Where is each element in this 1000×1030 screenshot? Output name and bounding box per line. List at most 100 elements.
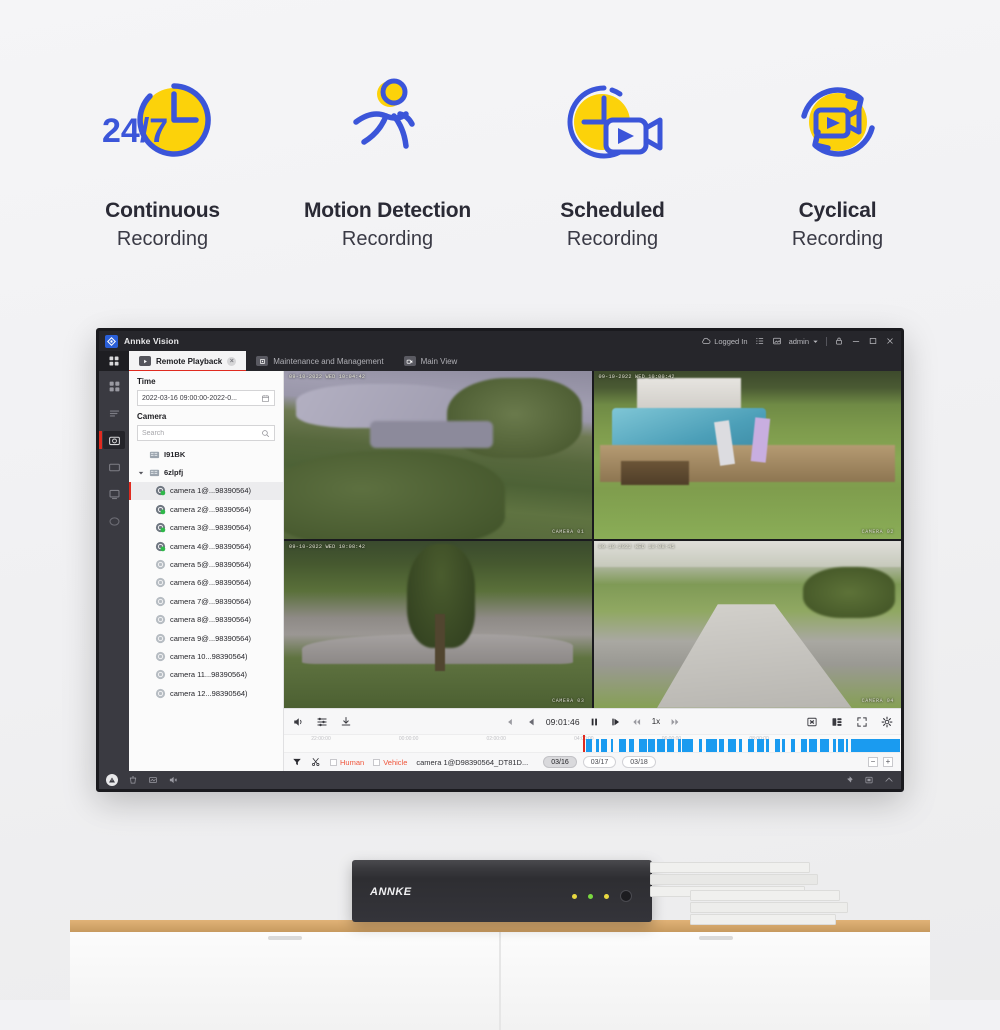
pause-icon[interactable] xyxy=(589,716,601,728)
pin-icon[interactable] xyxy=(844,775,854,785)
zoom-in-button[interactable]: + xyxy=(883,757,893,767)
user-menu[interactable]: admin xyxy=(789,337,819,346)
date-tab[interactable]: 03/17 xyxy=(583,756,617,768)
timeline-recording-segment xyxy=(706,739,717,752)
timeline-recording-segment xyxy=(728,739,736,752)
camera-online-icon xyxy=(155,541,166,552)
rail-item-playback[interactable] xyxy=(103,431,125,449)
camera-search-input[interactable]: Search xyxy=(137,425,275,441)
video-pane-2[interactable]: 09-10-2022 WED 10:00:42 CAMERA 02 xyxy=(594,371,902,539)
rail-item-circle[interactable] xyxy=(103,512,125,530)
maximize-icon[interactable] xyxy=(864,775,874,785)
rail-item-monitor[interactable] xyxy=(103,458,125,476)
adjust-icon[interactable] xyxy=(316,716,328,728)
date-tab[interactable]: 03/18 xyxy=(622,756,656,768)
trash-icon[interactable] xyxy=(128,775,138,785)
video-pane-3[interactable]: 09-10-2022 WED 10:08:42 CAMERA 03 xyxy=(284,541,592,709)
video-pane-4[interactable]: 09-10-2022 WED 10:08:45 CAMERA 04 xyxy=(594,541,902,709)
grid-icon xyxy=(108,380,121,393)
video-pane-1[interactable]: 09-10-2022 WED 10:04:42 CAMERA 01 xyxy=(284,371,592,539)
camera-tree[interactable]: I91BK6zlpfjcamera 1@...98390564)camera 2… xyxy=(129,441,283,771)
book xyxy=(650,862,810,873)
timeline-recording-segment xyxy=(809,739,816,752)
clock-camera-icon xyxy=(508,72,718,172)
close-icon[interactable]: × xyxy=(227,357,236,366)
timeline-recording-segment xyxy=(739,739,742,752)
tree-group-item[interactable]: I91BK xyxy=(129,445,283,463)
monitor-icon xyxy=(108,461,121,474)
tree-camera-item[interactable]: camera 1@...98390564) xyxy=(129,482,283,500)
speed-up-icon[interactable] xyxy=(669,716,681,728)
stop-all-icon[interactable] xyxy=(806,716,818,728)
filter-label: Vehicle xyxy=(383,758,407,767)
minimize-icon[interactable] xyxy=(851,336,861,346)
timeline-recording-segment xyxy=(657,739,665,752)
settings-icon[interactable] xyxy=(881,716,893,728)
feature-subtitle: Recording xyxy=(58,226,268,253)
timeline-zoom-controls: − + xyxy=(868,757,893,767)
cloud-status[interactable]: Logged In xyxy=(701,336,747,346)
layout-icon[interactable] xyxy=(831,716,843,728)
checkbox[interactable] xyxy=(330,759,337,766)
home-grid-button[interactable] xyxy=(99,351,129,371)
video-camera-label: CAMERA 04 xyxy=(862,698,894,704)
tab-main-view[interactable]: Main View xyxy=(394,351,468,371)
list-icon[interactable] xyxy=(755,336,765,346)
chevron-down-icon[interactable] xyxy=(137,470,145,476)
video-grid: 09-10-2022 WED 10:04:42 CAMERA 01 09-10-… xyxy=(284,371,901,708)
timeline-recording-bars xyxy=(284,739,901,752)
funnel-icon[interactable] xyxy=(292,757,302,767)
rail-item-list[interactable] xyxy=(103,404,125,422)
tree-camera-item[interactable]: camera 9@...98390564) xyxy=(129,629,283,647)
picture-icon[interactable] xyxy=(772,336,782,346)
filter-vehicle-checkbox[interactable]: Vehicle xyxy=(373,758,407,767)
download-icon[interactable] xyxy=(340,716,352,728)
tree-camera-item[interactable]: camera 5@...98390564) xyxy=(129,555,283,573)
tree-group-item[interactable]: 6zlpfj xyxy=(129,463,283,481)
rail-item-grid[interactable] xyxy=(103,377,125,395)
tree-camera-item[interactable]: camera 12...98390564) xyxy=(129,684,283,702)
tree-camera-item[interactable]: camera 8@...98390564) xyxy=(129,611,283,629)
folder-icon xyxy=(149,449,160,460)
playback-speed[interactable]: 1x xyxy=(652,717,660,726)
date-tab[interactable]: 03/16 xyxy=(543,756,577,768)
play-reverse-icon[interactable] xyxy=(525,716,537,728)
fullscreen-icon[interactable] xyxy=(856,716,868,728)
tab-maintenance-management[interactable]: Maintenance and Management xyxy=(246,351,393,371)
tree-camera-item[interactable]: camera 3@...98390564) xyxy=(129,519,283,537)
volume-icon[interactable] xyxy=(292,716,304,728)
mute-icon[interactable] xyxy=(168,775,178,785)
scissors-icon[interactable] xyxy=(311,757,321,767)
tree-camera-item[interactable]: camera 6@...98390564) xyxy=(129,574,283,592)
tree-camera-item[interactable]: camera 2@...98390564) xyxy=(129,500,283,518)
tree-camera-item[interactable]: camera 10...98390564) xyxy=(129,647,283,665)
filter-human-checkbox[interactable]: Human xyxy=(330,758,364,767)
close-icon[interactable] xyxy=(885,336,895,346)
zoom-out-button[interactable]: − xyxy=(868,757,878,767)
tree-camera-item[interactable]: camera 7@...98390564) xyxy=(129,592,283,610)
checkbox[interactable] xyxy=(373,759,380,766)
timeline-cursor[interactable] xyxy=(583,735,585,752)
snapshot-icon[interactable] xyxy=(148,775,158,785)
nvr-brand-label: ANNKE xyxy=(370,886,412,898)
maximize-icon[interactable] xyxy=(868,336,878,346)
timeline-recording-segment xyxy=(791,739,795,752)
timeline[interactable]: 22:00:0000:00:0002:00:0004:00:0006:00:00… xyxy=(284,734,901,752)
step-back-icon[interactable] xyxy=(504,716,516,728)
led-indicator xyxy=(604,894,609,899)
camera-online-icon xyxy=(155,522,166,533)
slow-down-icon[interactable] xyxy=(631,716,643,728)
rail-item-device[interactable] xyxy=(103,485,125,503)
time-range-input[interactable]: 2022-03-16 09:00:00-2022-0... xyxy=(137,390,275,406)
tree-camera-item[interactable]: camera 11...98390564) xyxy=(129,666,283,684)
lock-icon[interactable] xyxy=(834,336,844,346)
tab-remote-playback[interactable]: Remote Playback × xyxy=(129,351,246,371)
play-icon[interactable] xyxy=(610,716,622,728)
tree-camera-item[interactable]: camera 4@...98390564) xyxy=(129,537,283,555)
alarm-icon[interactable] xyxy=(106,774,118,786)
collapse-icon[interactable] xyxy=(884,775,894,785)
clock-24-7-icon: 24/7 xyxy=(58,72,268,172)
tree-item-label: camera 10...98390564) xyxy=(170,652,248,661)
feature-title: Scheduled xyxy=(508,198,718,224)
timeline-recording-segment xyxy=(898,739,899,752)
